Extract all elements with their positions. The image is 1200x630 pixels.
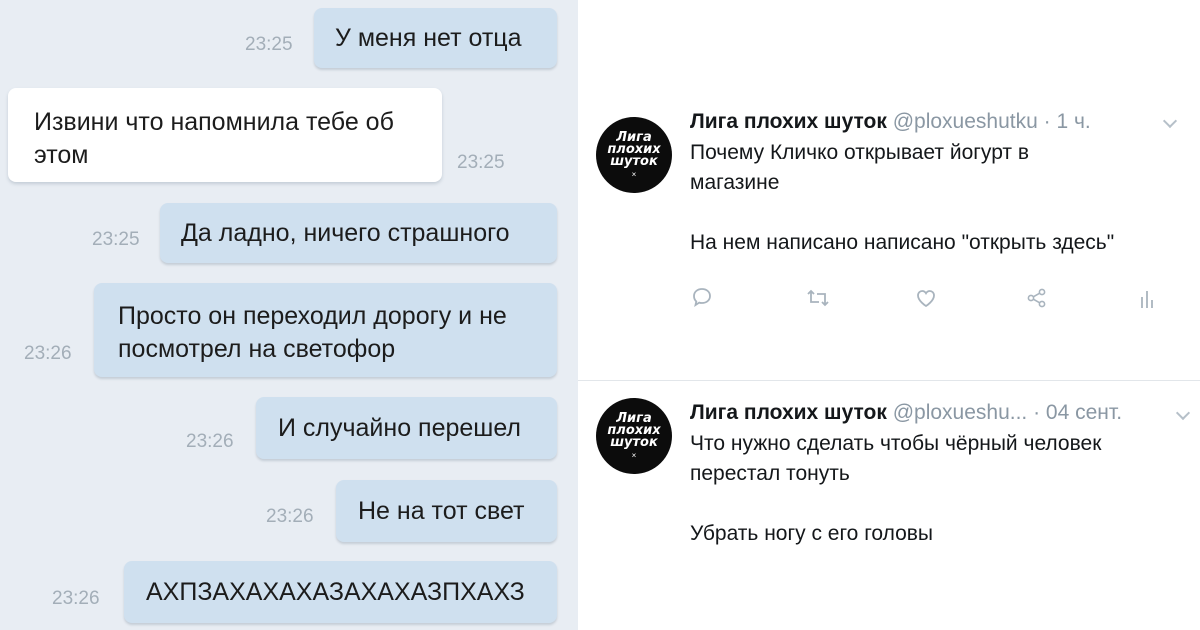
share-icon[interactable]: [1026, 287, 1048, 309]
message-time: 23:26: [186, 431, 234, 452]
tweet-time[interactable]: · 04 сент.: [1033, 401, 1122, 424]
author-name[interactable]: Лига плохих шуток: [690, 110, 887, 133]
message-text: АХПЗАХАХАХАЗАХАХАЗПХАХЗ: [146, 578, 525, 606]
tweet[interactable]: Лига плохих шуток × Лига плохих шуток @p…: [578, 381, 1200, 630]
like-icon[interactable]: [915, 287, 937, 309]
avatar-logo-mark: ×: [631, 169, 637, 179]
reply-icon[interactable]: [691, 286, 713, 308]
message-bubble-incoming[interactable]: Извини что напомнила тебе об этом 23:25: [8, 88, 505, 182]
chevron-down-icon[interactable]: [1162, 113, 1178, 129]
avatar[interactable]: Лига плохих шуток ×: [596, 398, 672, 474]
author-handle[interactable]: @ploxueshu...: [893, 401, 1028, 424]
message-time: 23:26: [266, 506, 314, 527]
tweet-header: Лига плохих шуток @ploxueshutku · 1 ч.: [690, 110, 1091, 134]
avatar-logo-mark: ×: [631, 450, 637, 460]
message-bubble-outgoing[interactable]: Просто он переходил дорогу и не посмотре…: [94, 283, 557, 377]
tweet-time[interactable]: · 1 ч.: [1044, 110, 1091, 133]
message-time: 23:25: [245, 34, 293, 55]
message-text-line2: этом: [34, 141, 89, 169]
message-text: Да ладно, ничего страшного: [181, 219, 510, 247]
message-text-line1: Извини что напомнила тебе об: [34, 108, 394, 136]
message-bubble-outgoing[interactable]: И случайно перешел: [256, 397, 557, 459]
author-handle[interactable]: @ploxueshutku: [893, 110, 1038, 133]
message-text-line1: Просто он переходил дорогу и не: [118, 302, 507, 330]
analytics-icon[interactable]: [1139, 289, 1155, 309]
message-text: Не на тот свет: [358, 497, 525, 525]
message-bubble-outgoing[interactable]: Да ладно, ничего страшного: [160, 203, 557, 263]
message-time: 23:25: [457, 152, 505, 173]
tweet-text: Что нужно сделать чтобы чёрный человек п…: [690, 432, 1102, 545]
message-bubble-outgoing[interactable]: Не на тот свет: [336, 480, 557, 542]
retweet-icon[interactable]: [806, 287, 830, 309]
tweet-header: Лига плохих шуток @ploxueshu... · 04 сен…: [690, 401, 1122, 425]
avatar[interactable]: Лига плохих шуток ×: [596, 117, 672, 193]
message-text: У меня нет отца: [335, 24, 522, 52]
message-time: 23:26: [52, 588, 100, 609]
message-time: 23:25: [92, 229, 140, 250]
message-text: И случайно перешел: [278, 414, 522, 442]
tweet-text: Почему Кличко открывает йогурт в магазин…: [690, 141, 1115, 254]
message-bubble-outgoing[interactable]: У меня нет отца: [314, 8, 557, 68]
tweet[interactable]: Лига плохих шуток × Лига плохих шуток @p…: [578, 0, 1200, 380]
tweet-feed: Лига плохих шуток × Лига плохих шуток @p…: [578, 0, 1200, 630]
message-text-line2: посмотрел на светофор: [118, 335, 396, 363]
chat-conversation: 23:25 У меня нет отца Извини что напомни…: [0, 0, 578, 630]
chevron-down-icon[interactable]: [1175, 405, 1191, 421]
avatar-logo-text: шуток: [610, 434, 658, 450]
avatar-logo-text: шуток: [610, 153, 658, 169]
author-name[interactable]: Лига плохих шуток: [690, 401, 887, 424]
message-time: 23:26: [24, 343, 72, 364]
message-bubble-outgoing[interactable]: АХПЗАХАХАХАЗАХАХАЗПХАХЗ: [124, 561, 557, 623]
